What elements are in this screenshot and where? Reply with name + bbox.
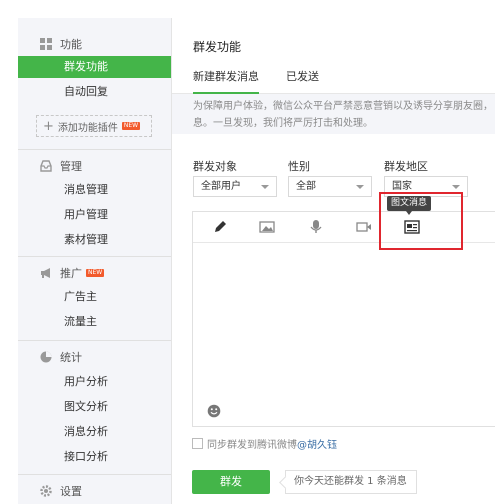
- divider: [18, 340, 171, 341]
- sidebar-item-api-analysis[interactable]: 接口分析: [18, 446, 171, 468]
- sidebar-item-user-analysis[interactable]: 用户分析: [18, 371, 171, 393]
- notice-line-1: 为保障用户体验，微信公众平台严禁恶意营销以及诱导分享朋友圈，: [193, 101, 493, 112]
- section-promote-label: 推广: [60, 267, 82, 280]
- region-label: 群发地区: [384, 160, 428, 173]
- section-settings[interactable]: 设置: [40, 482, 82, 500]
- sidebar-item-message-manage[interactable]: 消息管理: [18, 179, 171, 201]
- megaphone-icon: [40, 267, 52, 279]
- notice-banner: 为保障用户体验，微信公众平台严禁恶意营销以及诱导分享朋友圈， 息。一旦发现，我们…: [172, 94, 495, 134]
- region-select-value: 国家: [392, 181, 412, 192]
- gender-label: 性别: [288, 160, 310, 173]
- video-icon[interactable]: [356, 220, 372, 234]
- main-content: 群发功能 新建群发消息 已发送 为保障用户体验，微信公众平台严禁恶意营销以及诱导…: [172, 18, 495, 504]
- page-title: 群发功能: [193, 40, 242, 54]
- grid-icon: [40, 38, 52, 50]
- image-icon[interactable]: [259, 220, 275, 234]
- section-manage-label: 管理: [60, 160, 82, 173]
- sidebar-item-mass-send[interactable]: 群发功能: [18, 56, 171, 78]
- target-label: 群发对象: [193, 160, 237, 173]
- section-stats-label: 统计: [60, 351, 82, 364]
- divider: [18, 474, 171, 475]
- section-features: 功能: [40, 35, 82, 53]
- inbox-icon: [40, 160, 52, 172]
- sidebar-item-material-manage[interactable]: 素材管理: [18, 229, 171, 251]
- emoji-icon[interactable]: [207, 404, 221, 418]
- section-promote: 推广 NEW: [40, 264, 105, 282]
- sync-weibo[interactable]: 同步群发到腾讯微博 @胡久钰: [192, 436, 337, 451]
- sync-label: 同步群发到腾讯微博: [207, 440, 297, 451]
- add-plugin-button[interactable]: + 添加功能插件 NEW: [36, 115, 152, 137]
- sidebar-item-publisher[interactable]: 流量主: [18, 311, 171, 333]
- chevron-down-icon: [261, 185, 269, 189]
- sidebar-item-advertiser[interactable]: 广告主: [18, 286, 171, 308]
- sidebar-item-auto-reply[interactable]: 自动回复: [18, 81, 171, 103]
- sidebar-item-article-analysis[interactable]: 图文分析: [18, 396, 171, 418]
- tab-sent[interactable]: 已发送: [286, 66, 319, 92]
- section-manage: 管理: [40, 157, 82, 175]
- microphone-icon[interactable]: [308, 220, 324, 234]
- plus-icon: +: [43, 118, 54, 134]
- target-select[interactable]: 全部用户: [193, 176, 277, 197]
- remaining-quota: 你今天还能群发 1 条消息: [285, 470, 417, 494]
- sidebar-item-user-manage[interactable]: 用户管理: [18, 204, 171, 226]
- tab-new-mass-message[interactable]: 新建群发消息: [193, 66, 259, 94]
- divider: [18, 256, 171, 257]
- gender-select-value: 全部: [296, 181, 316, 192]
- section-stats: 统计: [40, 348, 82, 366]
- pie-chart-icon: [40, 351, 52, 363]
- divider: [18, 149, 171, 150]
- new-badge: NEW: [86, 269, 105, 277]
- add-plugin-label: 添加功能插件: [57, 122, 118, 134]
- notice-line-2: 息。一旦发现，我们将严厉打击和处理。: [193, 118, 373, 129]
- section-features-label: 功能: [60, 38, 82, 51]
- sync-checkbox[interactable]: [192, 438, 203, 449]
- pencil-icon[interactable]: [212, 220, 228, 234]
- section-settings-label: 设置: [60, 485, 82, 498]
- weibo-user-link[interactable]: @胡久钰: [297, 436, 337, 451]
- send-button[interactable]: 群发: [192, 470, 270, 494]
- gear-icon: [40, 485, 52, 497]
- tab-bar: 新建群发消息 已发送: [172, 66, 495, 94]
- chevron-down-icon: [452, 185, 460, 189]
- chevron-down-icon: [356, 185, 364, 189]
- sidebar-item-message-analysis[interactable]: 消息分析: [18, 421, 171, 443]
- sidebar: 功能 群发功能 自动回复 + 添加功能插件 NEW 管理 消息管理 用户管理 素…: [18, 18, 172, 504]
- new-badge: NEW: [121, 122, 141, 130]
- gender-select[interactable]: 全部: [288, 176, 372, 197]
- highlight-box: [379, 192, 463, 250]
- target-select-value: 全部用户: [201, 181, 241, 192]
